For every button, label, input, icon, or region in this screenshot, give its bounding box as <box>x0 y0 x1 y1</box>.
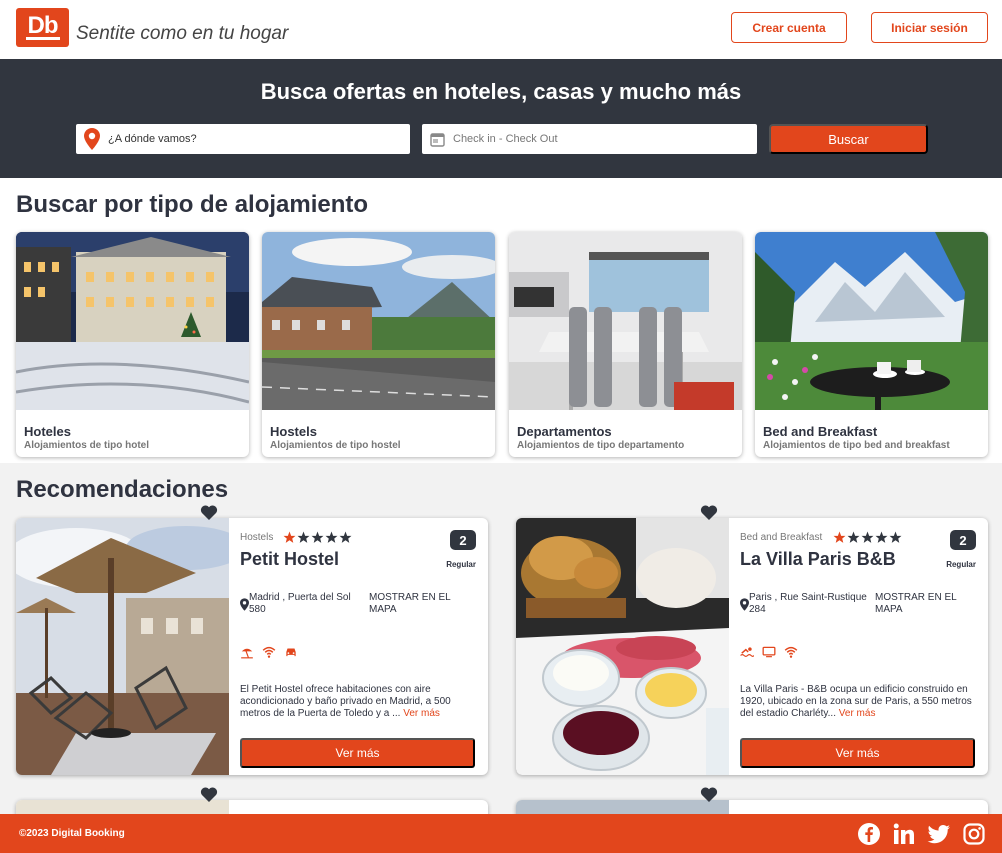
recommendation-body: Bed and Breakfast La Villa Paris B&B 2 R… <box>740 518 980 775</box>
score-badge: 2 <box>950 530 976 550</box>
star-icon <box>297 531 310 543</box>
apartment-image <box>509 232 742 410</box>
recommendation-category: Hostels <box>240 532 274 543</box>
star-icon <box>875 531 888 543</box>
favorite-heart-icon[interactable] <box>700 504 718 521</box>
copyright: ©2023 Digital Booking <box>19 828 125 839</box>
hostel-image <box>262 232 495 410</box>
favorite-heart-icon[interactable] <box>200 786 218 803</box>
favorite-heart-icon[interactable] <box>200 504 218 521</box>
recommendation-description: La Villa Paris - B&B ocupa un edificio c… <box>740 684 975 720</box>
location-pin-icon <box>240 598 249 611</box>
category-desc: Alojamientos de tipo hostel <box>270 440 401 451</box>
star-icon <box>311 531 324 543</box>
score-label: Regular <box>446 560 476 569</box>
show-on-map-link[interactable]: MOSTRAR EN EL MAPA <box>875 592 979 616</box>
logo-text: Db <box>25 12 60 40</box>
petit-hostel-image <box>16 518 229 775</box>
destination-placeholder: ¿A dónde vamos? <box>108 133 197 145</box>
show-on-map-link[interactable]: MOSTRAR EN EL MAPA <box>369 592 473 616</box>
site-footer: ©2023 Digital Booking <box>0 814 1002 853</box>
category-card-hotels[interactable]: Hoteles Alojamientos de tipo hotel <box>16 232 249 457</box>
recommendation-description: El Petit Hostel ofrece habitaciones con … <box>240 684 475 720</box>
category-desc: Alojamientos de tipo bed and breakfast <box>763 440 950 451</box>
facebook-icon[interactable] <box>857 822 881 846</box>
view-more-button[interactable]: Ver más <box>240 738 475 768</box>
wifi-icon <box>784 646 798 658</box>
favorite-heart-icon[interactable] <box>700 786 718 803</box>
recommendation-name[interactable]: La Villa Paris B&B <box>740 549 896 570</box>
score-badge: 2 <box>450 530 476 550</box>
star-icon <box>889 531 902 543</box>
villa-paris-image <box>516 518 729 775</box>
recommendation-category: Bed and Breakfast <box>740 532 823 543</box>
date-range-input[interactable]: Check in - Check Out <box>422 124 757 154</box>
logo[interactable]: Db <box>16 8 69 47</box>
location-text: Paris , Rue Saint-Rustique 284 <box>749 592 867 615</box>
search-banner: Busca ofertas en hoteles, casas y mucho … <box>0 59 1002 178</box>
wifi-icon <box>262 646 276 658</box>
category-card-bed-and-breakfast[interactable]: Bed and Breakfast Alojamientos de tipo b… <box>755 232 988 457</box>
amenities <box>740 645 798 659</box>
dates-placeholder: Check in - Check Out <box>453 133 558 145</box>
bed-and-breakfast-image <box>755 232 988 410</box>
star-icon <box>847 531 860 543</box>
star-icon <box>325 531 338 543</box>
login-button[interactable]: Iniciar sesión <box>871 12 988 43</box>
location-text: Madrid , Puerta del Sol 580 <box>249 592 351 615</box>
create-account-button[interactable]: Crear cuenta <box>731 12 847 43</box>
star-icon <box>861 531 874 543</box>
category-name: Bed and Breakfast <box>763 424 878 439</box>
category-name: Departamentos <box>517 424 612 439</box>
twitter-icon[interactable] <box>927 822 951 846</box>
pool-icon <box>740 647 754 657</box>
site-header: Db Sentite como en tu hogar Crear cuenta… <box>0 0 1002 59</box>
star-icon <box>283 531 296 543</box>
instagram-icon[interactable] <box>962 822 986 846</box>
car-icon <box>286 648 296 657</box>
social-links <box>857 822 986 846</box>
category-section: Buscar por tipo de alojamiento Hoteles A… <box>0 178 1002 463</box>
calendar-icon <box>430 132 445 147</box>
recommendation-body: Hostels Petit Hostel 2 Regular Madrid , … <box>240 518 480 775</box>
category-desc: Alojamientos de tipo hotel <box>24 440 150 451</box>
location-pin-icon <box>84 128 100 150</box>
view-more-button[interactable]: Ver más <box>740 738 975 768</box>
read-more-link[interactable]: Ver más <box>403 708 440 719</box>
tagline: Sentite como en tu hogar <box>76 23 289 44</box>
recommendation-name[interactable]: Petit Hostel <box>240 549 339 570</box>
category-name: Hoteles <box>24 424 71 439</box>
search-button[interactable]: Buscar <box>769 124 928 154</box>
star-rating <box>833 531 902 544</box>
recommendation-card: Hostels Petit Hostel 2 Regular Madrid , … <box>16 518 488 775</box>
score-label: Regular <box>946 560 976 569</box>
star-icon <box>339 531 352 543</box>
star-rating <box>283 531 352 544</box>
tv-icon <box>762 646 776 658</box>
category-section-title: Buscar por tipo de alojamiento <box>16 191 369 218</box>
recommendation-card: Bed and Breakfast La Villa Paris B&B 2 R… <box>516 518 988 775</box>
read-more-link[interactable]: Ver más <box>839 708 876 719</box>
star-icon <box>833 531 846 543</box>
amenities <box>240 645 298 659</box>
category-card-apartments[interactable]: Departamentos Alojamientos de tipo depar… <box>509 232 742 457</box>
destination-input[interactable]: ¿A dónde vamos? <box>76 124 410 154</box>
category-name: Hostels <box>270 424 317 439</box>
hotel-image <box>16 232 249 410</box>
location-pin-icon <box>740 598 749 611</box>
linkedin-icon[interactable] <box>892 822 916 846</box>
search-title: Busca ofertas en hoteles, casas y mucho … <box>260 79 742 104</box>
category-card-hostels[interactable]: Hostels Alojamientos de tipo hostel <box>262 232 495 457</box>
beach-icon <box>241 648 253 659</box>
category-desc: Alojamientos de tipo departamento <box>517 440 685 451</box>
recommendations-title: Recomendaciones <box>16 476 229 503</box>
